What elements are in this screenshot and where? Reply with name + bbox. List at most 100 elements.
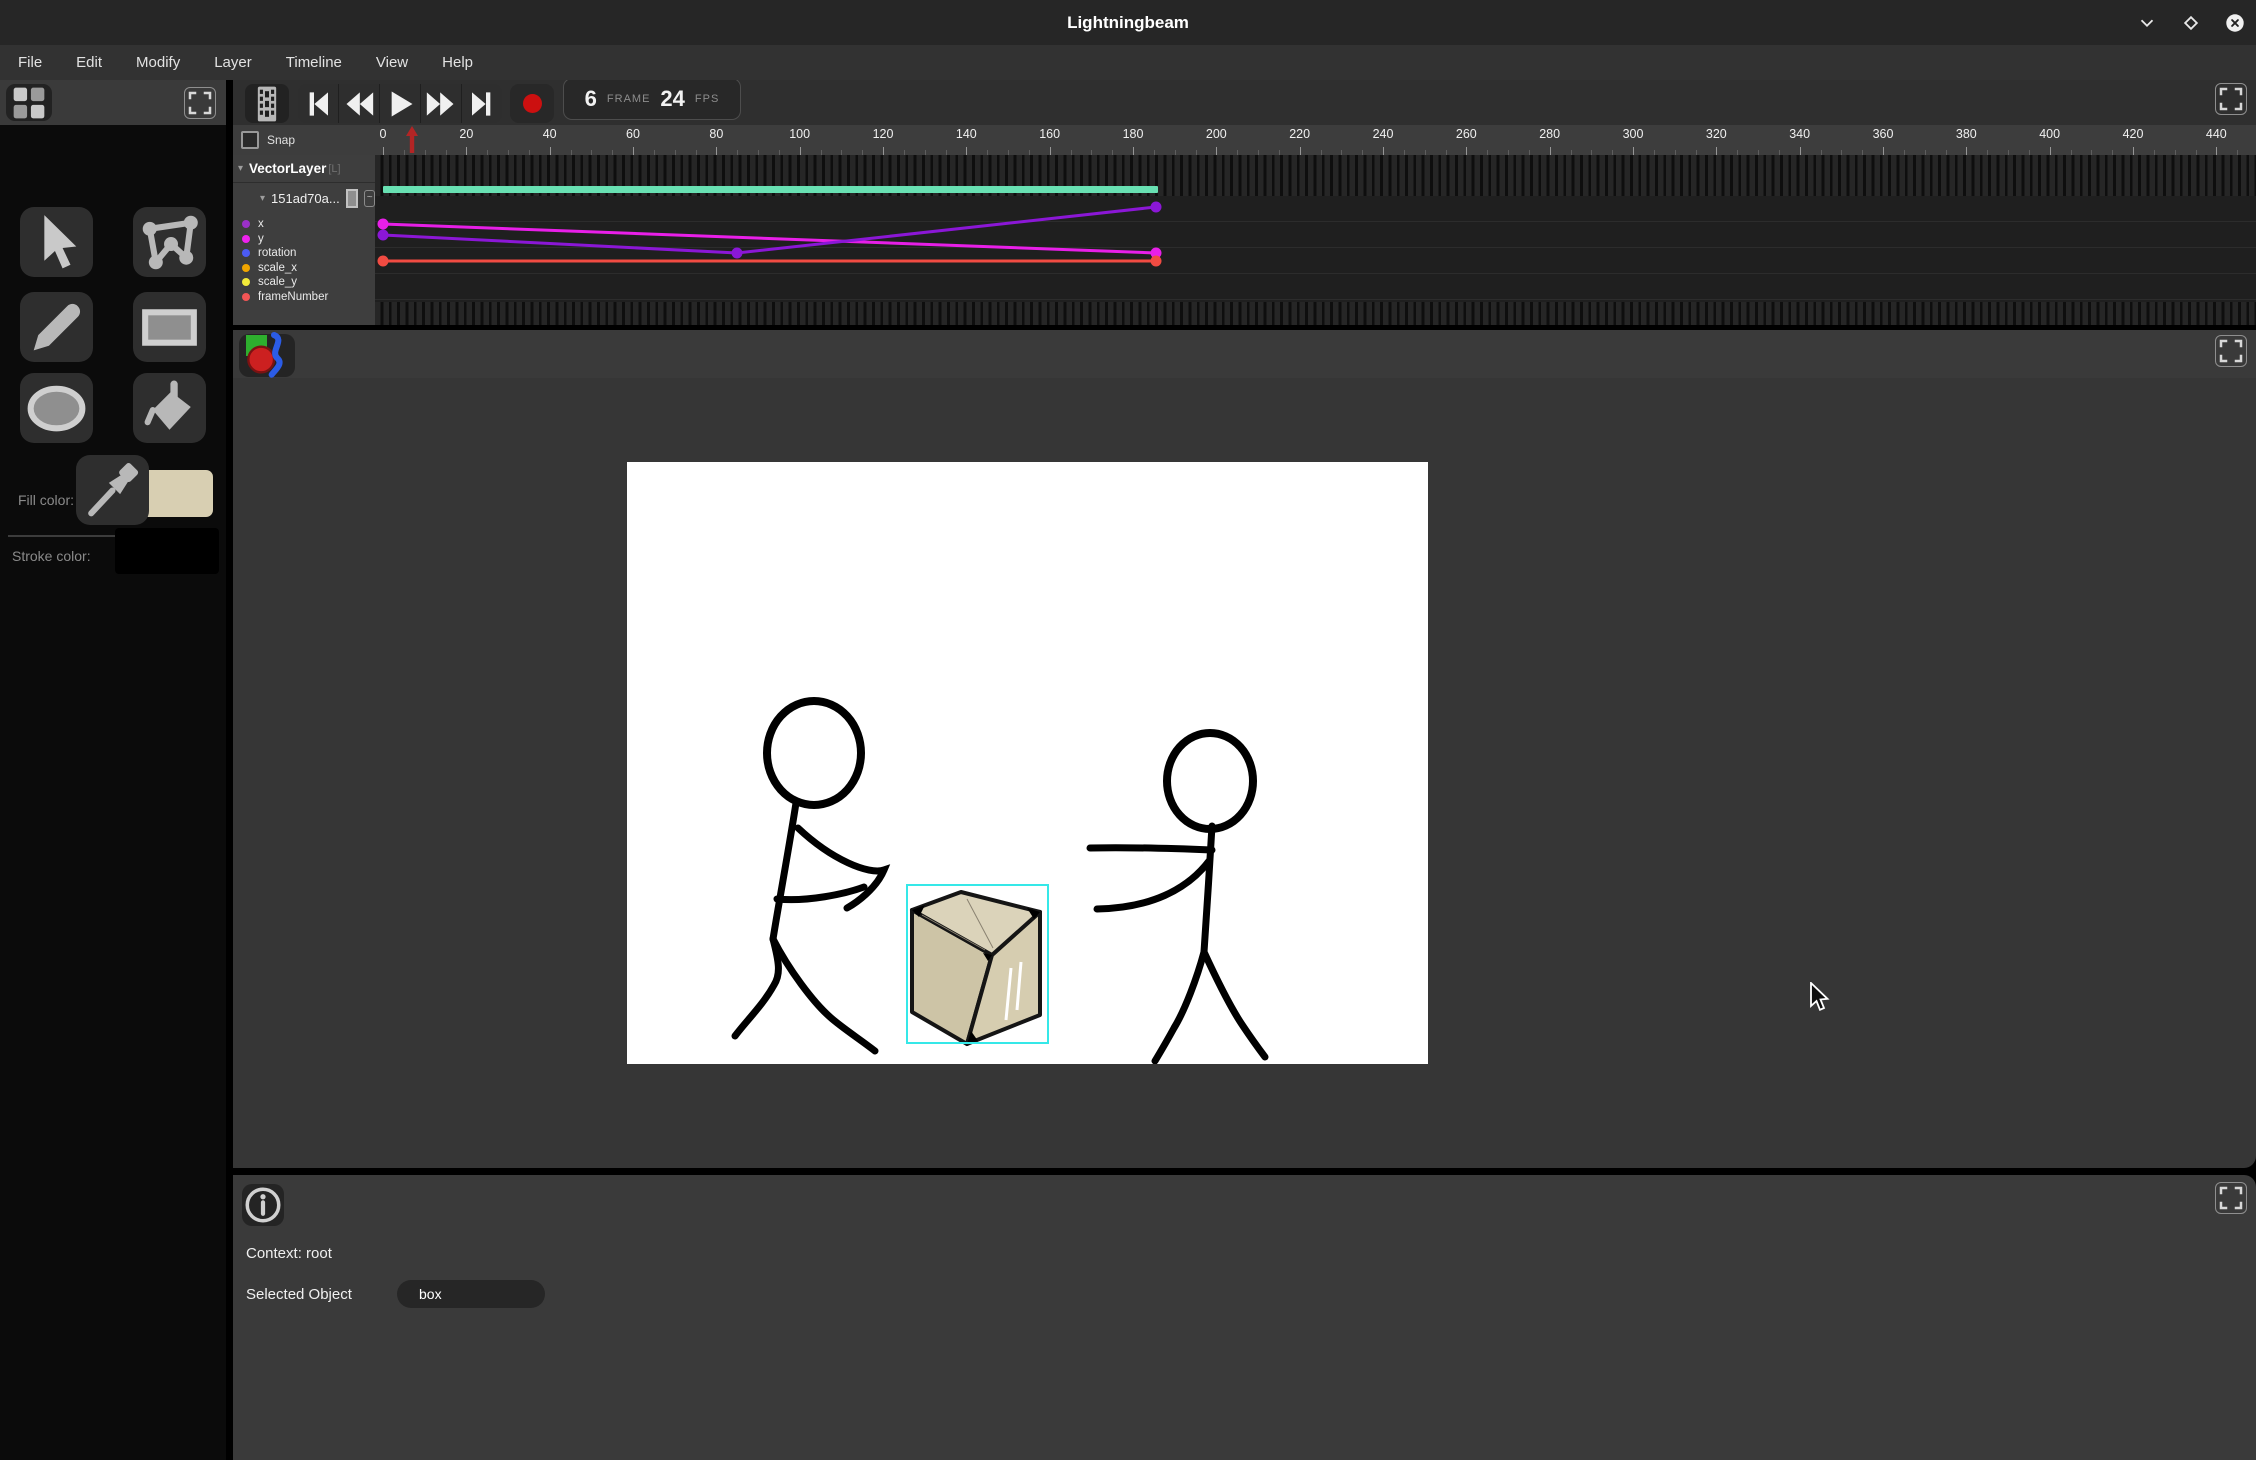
keyframe-x[interactable]: [732, 248, 743, 259]
transform-tool-button[interactable]: [133, 207, 206, 277]
ruler-tick: [1550, 147, 1551, 155]
menu-item-timeline[interactable]: Timeline: [286, 54, 342, 71]
stroke-color-swatch[interactable]: [115, 528, 219, 574]
keyframe-x[interactable]: [378, 230, 389, 241]
tool-grid-button[interactable]: [6, 84, 52, 121]
fast-forward-button[interactable]: [421, 84, 462, 123]
menu-item-layer[interactable]: Layer: [214, 54, 252, 71]
ruler-tick: [2050, 147, 2051, 155]
snap-checkbox[interactable]: [241, 131, 259, 149]
layer-column: ▾ VectorLayer [L] ▾ 151ad70a... ~ xyrota…: [233, 155, 376, 325]
disclosure-triangle-icon[interactable]: ▾: [260, 193, 265, 204]
keyframe-y[interactable]: [378, 219, 389, 230]
skip-end-button[interactable]: [462, 84, 502, 123]
curve-band[interactable]: [375, 196, 2256, 302]
keyframe-frameNumber[interactable]: [378, 256, 389, 267]
box-object[interactable]: [912, 892, 1040, 1044]
frames-row[interactable]: [375, 302, 2256, 325]
timeline-ruler[interactable]: 0204060801001201401601802002202402602803…: [375, 125, 2256, 155]
clip-color-swatch[interactable]: [346, 189, 359, 208]
chevron-down-icon: [2136, 12, 2158, 34]
ruler-tick: [966, 147, 967, 155]
ellipse-tool-button[interactable]: [20, 373, 93, 443]
property-row-x[interactable]: x: [233, 217, 375, 232]
window-controls: [2136, 0, 2246, 45]
property-row-frameNumber[interactable]: frameNumber: [233, 290, 375, 305]
curve-x[interactable]: [383, 207, 1156, 253]
info-button[interactable]: [242, 1184, 284, 1226]
mouse-cursor: [1809, 982, 1835, 1016]
ruler-tick: [1800, 147, 1801, 155]
menu-item-modify[interactable]: Modify: [136, 54, 180, 71]
keyframe-x[interactable]: [1151, 202, 1162, 213]
info-icon: [242, 1184, 284, 1226]
cursor-icon: [20, 206, 93, 279]
window-title: Lightningbeam: [0, 0, 2256, 45]
clip-duration-bar[interactable]: [383, 186, 1158, 193]
ruler-label: 340: [1789, 127, 1810, 141]
property-row-scale_y[interactable]: scale_y: [233, 275, 375, 290]
property-row-scale_x[interactable]: scale_x: [233, 261, 375, 276]
stage[interactable]: [627, 462, 1428, 1064]
inspector-panel: Context: root Selected Object box: [233, 1175, 2256, 1460]
curve-toggle-button[interactable]: ~: [364, 190, 375, 207]
film-button[interactable]: [245, 84, 289, 123]
property-color-dot: [242, 293, 250, 301]
skip-start-button[interactable]: [298, 84, 339, 123]
frame-value[interactable]: 6: [585, 86, 597, 112]
fps-label: FPS: [695, 93, 719, 105]
ruler-tick: [1216, 147, 1217, 155]
disclosure-triangle-icon[interactable]: ▾: [238, 163, 243, 174]
tool-panel-expand-button[interactable]: [184, 87, 216, 119]
clip-row[interactable]: [375, 183, 2256, 196]
menu-item-file[interactable]: File: [18, 54, 42, 71]
stick-figure-left[interactable]: [735, 701, 884, 1051]
eyedropper-tool-button[interactable]: [76, 455, 149, 525]
canvas-header: [233, 330, 2256, 378]
rectangle-icon: [133, 291, 206, 364]
track-area[interactable]: [375, 155, 2256, 325]
ruler-tick: [1883, 147, 1884, 155]
timeline-expand-button[interactable]: [2215, 83, 2247, 115]
playhead[interactable]: [405, 126, 419, 158]
stroke-color-label: Stroke color:: [12, 548, 91, 564]
stick-figure-right[interactable]: [1090, 733, 1265, 1061]
scene-tab[interactable]: [239, 334, 295, 377]
layer-suffix: [L]: [328, 163, 340, 175]
fps-value[interactable]: 24: [660, 86, 684, 112]
skip-end-icon: [462, 84, 502, 123]
ruler-tick: [1050, 147, 1051, 155]
menu-item-edit[interactable]: Edit: [76, 54, 102, 71]
ruler-tick: [1633, 147, 1634, 155]
curves-svg[interactable]: [375, 196, 2256, 302]
paint-bucket-tool-button[interactable]: [133, 373, 206, 443]
ruler-label: 120: [873, 127, 894, 141]
property-row-rotation[interactable]: rotation: [233, 246, 375, 261]
tool-sidebar: Fill color: Stroke color:: [0, 80, 226, 1460]
select-tool-button[interactable]: [20, 207, 93, 277]
frames-row[interactable]: [375, 155, 2256, 183]
property-row-y[interactable]: y: [233, 232, 375, 247]
layer-row-vectorlayer[interactable]: ▾ VectorLayer [L]: [233, 155, 375, 183]
canvas-expand-button[interactable]: [2215, 335, 2247, 367]
close-button[interactable]: [2224, 12, 2246, 34]
selected-object-value[interactable]: box: [397, 1280, 545, 1308]
minimize-button[interactable]: [2136, 12, 2158, 34]
pencil-tool-button[interactable]: [20, 292, 93, 362]
menu-item-view[interactable]: View: [376, 54, 408, 71]
layer-row-clip[interactable]: ▾ 151ad70a... ~: [233, 183, 375, 213]
property-label: frameNumber: [258, 291, 328, 303]
ruler-label: 220: [1289, 127, 1310, 141]
canvas-panel: [233, 330, 2256, 1168]
maximize-button[interactable]: [2180, 12, 2202, 34]
rectangle-tool-button[interactable]: [133, 292, 206, 362]
play-button[interactable]: [380, 84, 421, 123]
ruler-label: 60: [626, 127, 640, 141]
fast-forward-icon: [421, 84, 461, 123]
menu-item-help[interactable]: Help: [442, 54, 473, 71]
record-button[interactable]: [510, 84, 554, 123]
inspector-expand-button[interactable]: [2215, 1182, 2247, 1214]
rewind-button[interactable]: [339, 84, 380, 123]
keyframe-frameNumber[interactable]: [1151, 256, 1162, 267]
stage-drawing[interactable]: [627, 462, 1428, 1064]
